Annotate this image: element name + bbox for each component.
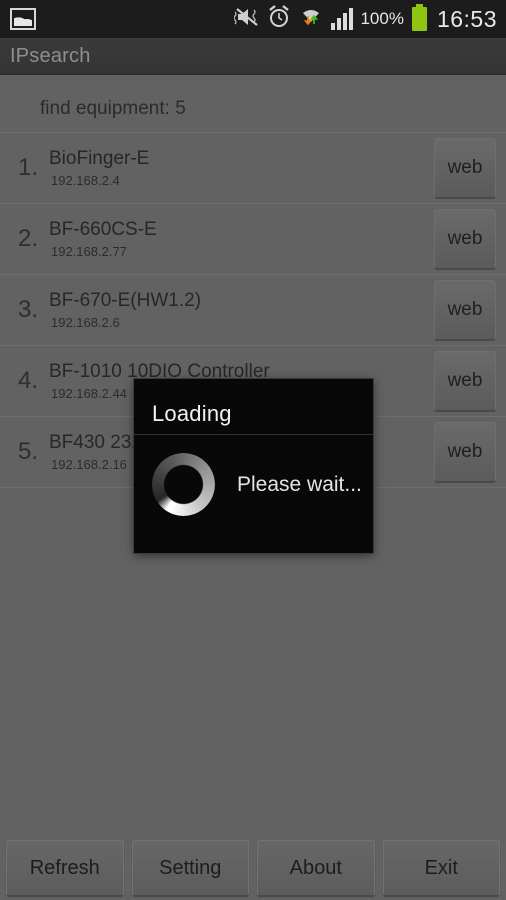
dialog-separator-bleed [134,434,373,435]
web-button[interactable]: web [434,422,496,482]
device-row-index: 1. [17,154,38,181]
dialog-title: Loading [152,401,232,426]
status-bar-left [0,8,234,30]
vibrate-mute-icon [233,6,260,33]
bottom-button-bar: Refresh Setting About Exit [0,836,506,900]
web-button[interactable]: web [434,280,496,340]
loading-spinner-icon [152,453,215,516]
page-title: IPsearch [10,44,91,67]
device-ip: 192.168.2.6 [51,314,120,330]
dialog-body: Please wait... [134,427,373,516]
title-bar: IPsearch [0,38,506,75]
refresh-button[interactable]: Refresh [6,840,124,896]
status-bar-clock: 16:53 [436,5,497,32]
device-row-index: 2. [17,225,38,252]
device-name: BioFinger-E [49,147,150,169]
setting-button[interactable]: Setting [131,840,249,896]
device-row[interactable]: 2. BF-660CS-E 192.168.2.77 web [0,204,506,275]
device-row-index: 4. [17,367,38,394]
device-row-texts: BioFinger-E 192.168.2.4 [44,147,434,190]
status-bar: 100% 16:53 [0,0,506,38]
wifi-transfer-icon [298,5,324,33]
web-button[interactable]: web [434,138,496,198]
device-row-texts: BF-670-E(HW1.2) 192.168.2.6 [44,289,434,332]
exit-button[interactable]: Exit [382,840,500,896]
status-bar-right: 100% 16:53 [233,4,506,33]
device-row[interactable]: 1. BioFinger-E 192.168.2.4 web [0,133,506,204]
gallery-icon [10,8,36,30]
dialog-message: Please wait... [237,472,362,496]
about-button[interactable]: About [257,840,375,896]
device-ip: 192.168.2.77 [51,243,127,259]
app-screen: 100% 16:53 IPsearch find equipment: 5 1.… [0,0,506,900]
device-ip: 192.168.2.4 [51,172,120,188]
device-row[interactable]: 3. BF-670-E(HW1.2) 192.168.2.6 web [0,275,506,346]
battery-percent-label: 100% [360,9,404,28]
device-name: BF-670-E(HW1.2) [49,289,202,311]
web-button[interactable]: web [434,351,496,411]
web-button[interactable]: web [434,209,496,269]
loading-dialog: Loading Please wait... [134,379,373,553]
alarm-clock-icon [267,5,291,33]
device-row-index: 3. [17,296,38,323]
device-name: BF-660CS-E [49,218,157,240]
signal-bars-icon [331,8,354,30]
device-row-index: 5. [17,438,38,465]
find-equipment-label: find equipment: 5 [40,98,186,119]
battery-full-icon [411,4,427,31]
device-row-texts: BF-660CS-E 192.168.2.77 [44,218,434,261]
